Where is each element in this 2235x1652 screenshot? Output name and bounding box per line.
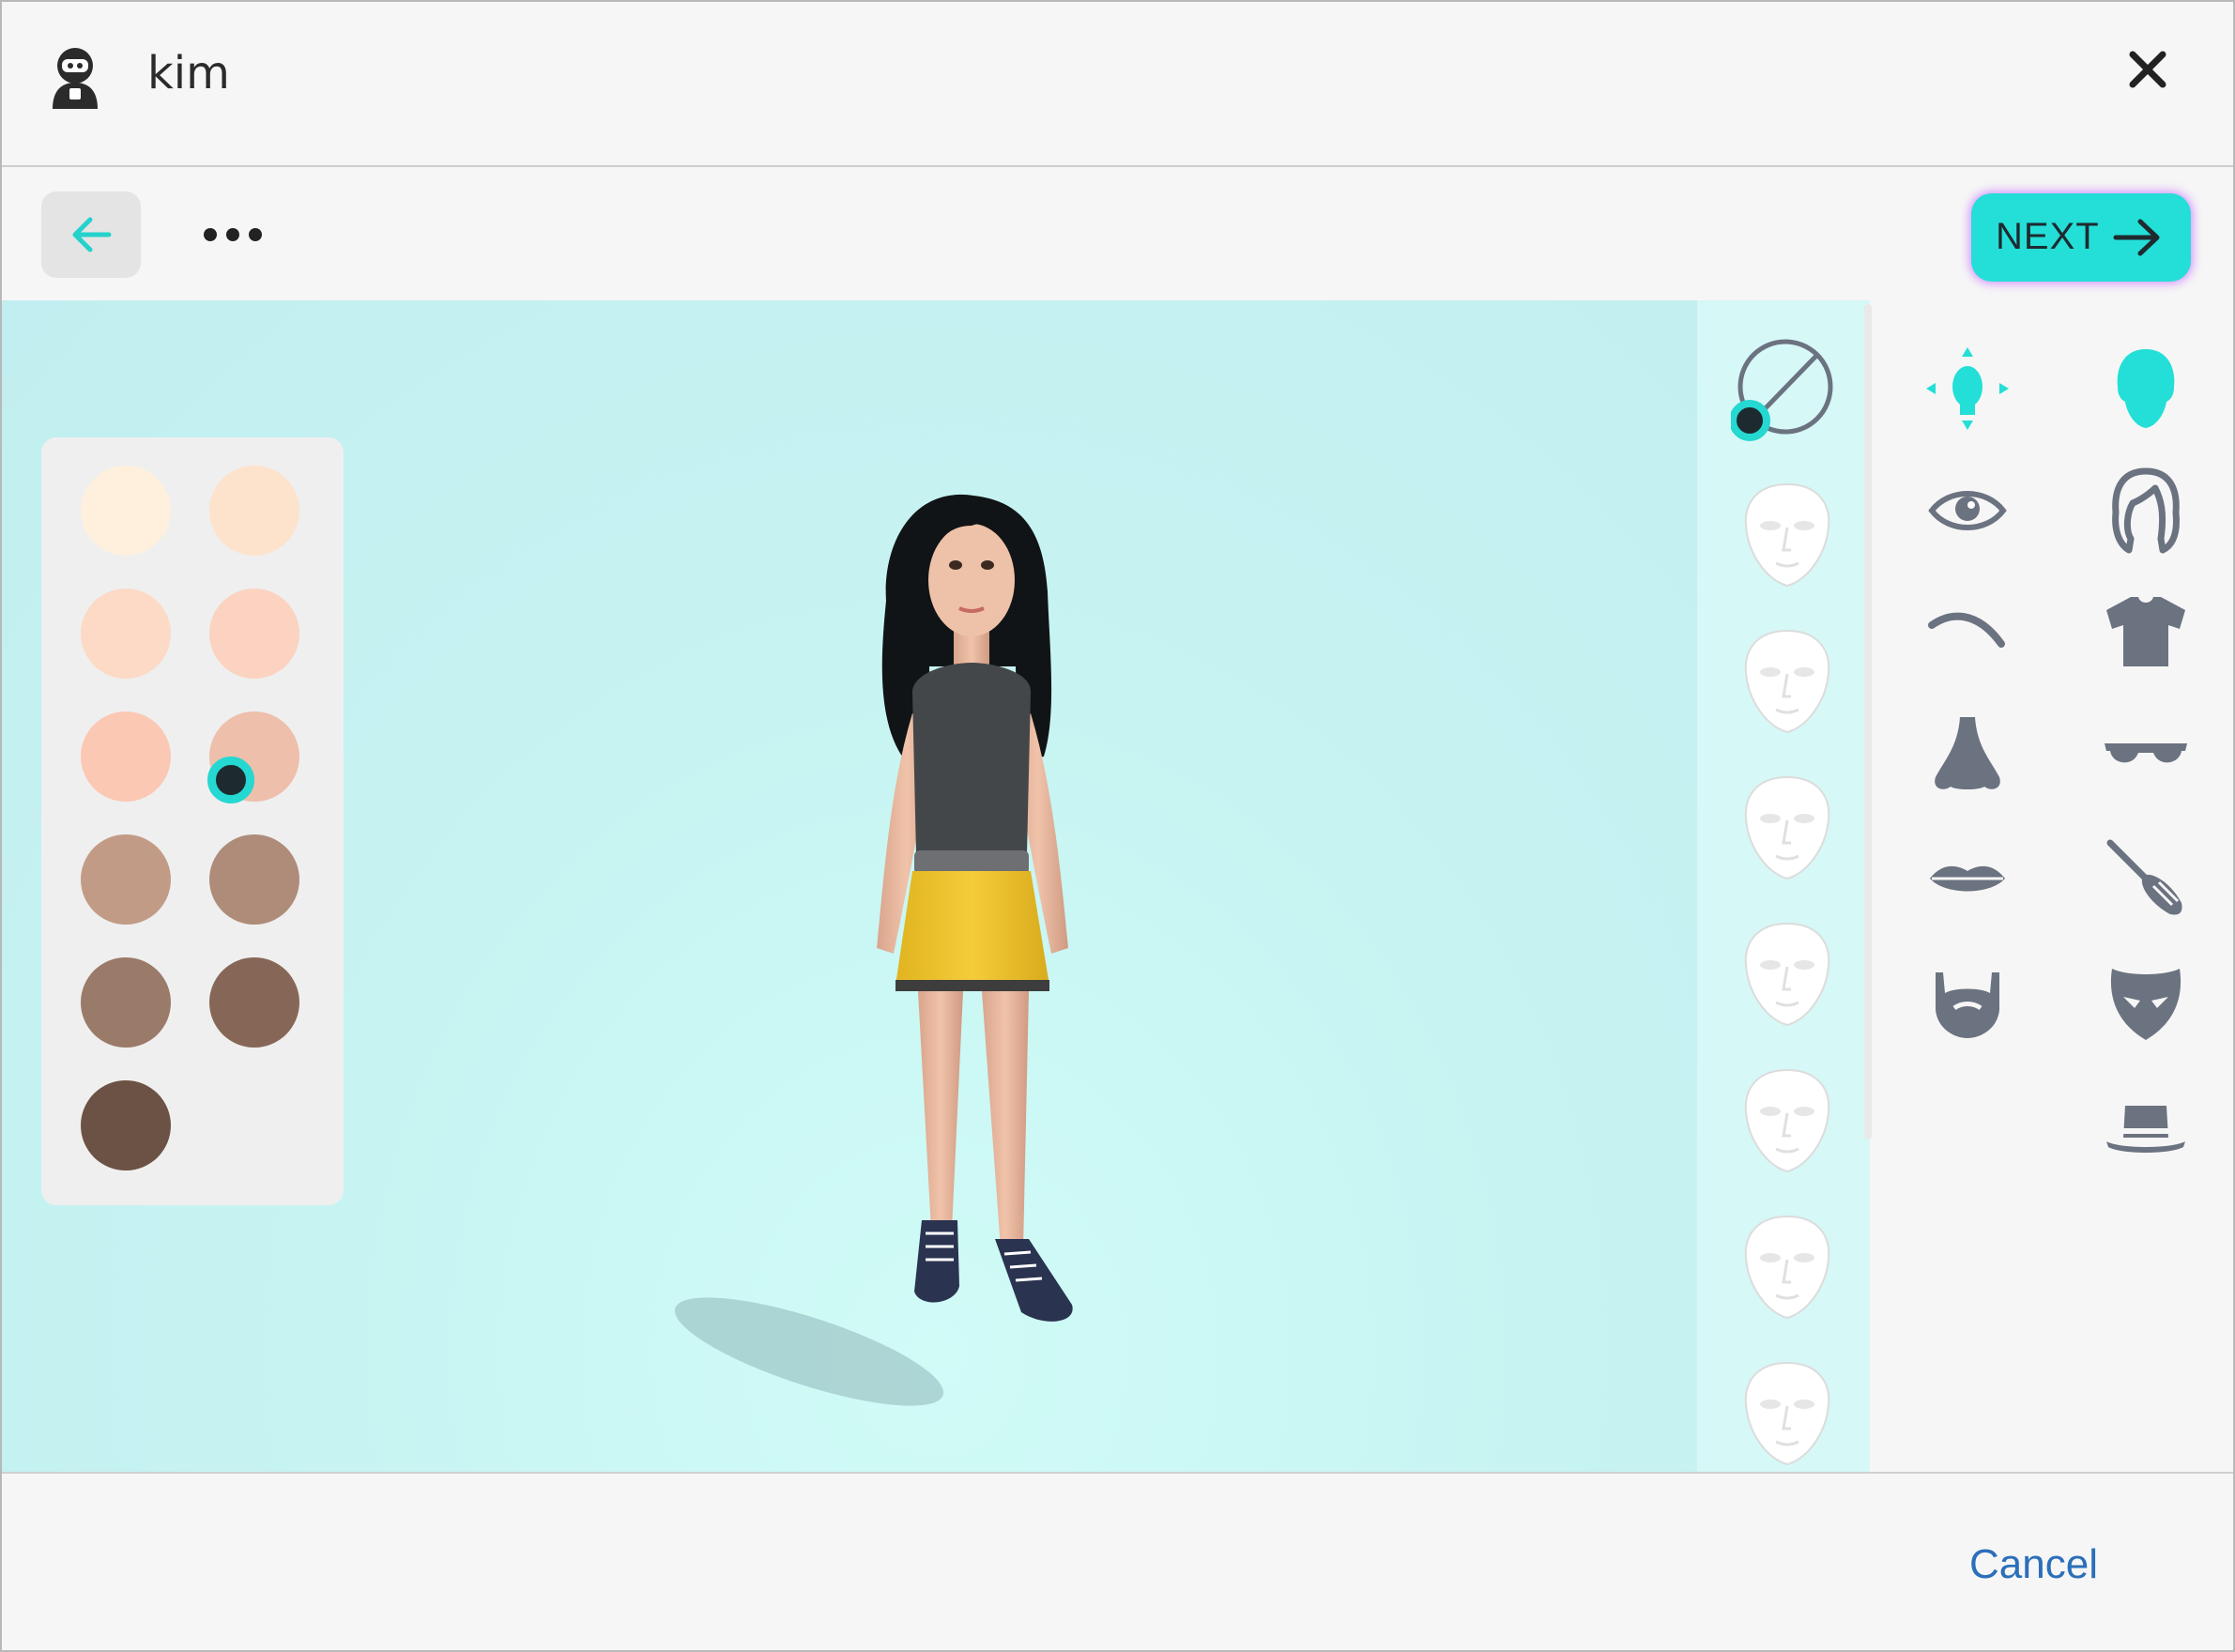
selected-indicator xyxy=(207,757,254,803)
face-column-scrollbar[interactable] xyxy=(1864,304,1872,1140)
cancel-button[interactable]: Cancel xyxy=(1969,1541,2098,1588)
avatar-figure[interactable] xyxy=(603,479,1278,1472)
back-button[interactable] xyxy=(41,191,141,278)
face-preset-icon[interactable] xyxy=(1735,918,1840,1031)
head-icon[interactable] xyxy=(2101,344,2191,434)
close-icon[interactable] xyxy=(2121,43,2174,96)
face-preset-icon[interactable] xyxy=(1735,772,1840,884)
eye-icon[interactable] xyxy=(1922,466,2013,556)
skin-tone-swatch[interactable] xyxy=(209,834,299,925)
face-preset-icon[interactable] xyxy=(1735,1211,1840,1323)
face-preset-icon[interactable] xyxy=(1735,1064,1840,1177)
face-preset-icon[interactable] xyxy=(1735,1357,1840,1470)
face-preset-icon[interactable] xyxy=(1735,625,1840,738)
avatar-viewport[interactable] xyxy=(2,300,1870,1472)
category-panel xyxy=(1875,300,2233,1472)
more-options-icon[interactable] xyxy=(197,208,268,261)
avatar-app-icon xyxy=(53,48,98,109)
face-preset-icon[interactable] xyxy=(1735,479,1840,591)
hair-icon[interactable] xyxy=(2101,466,2191,556)
face-preset-column xyxy=(1697,300,1872,1472)
beard-icon[interactable] xyxy=(1922,956,2013,1046)
arrow-right-icon xyxy=(2113,219,2160,256)
head-shape-icon[interactable] xyxy=(1922,344,2013,434)
avatar-editor-window: kim NEXT Cancel xyxy=(0,0,2235,1652)
skin-tone-swatch[interactable] xyxy=(81,834,171,925)
skin-tone-swatch[interactable] xyxy=(81,711,171,802)
nose-icon[interactable] xyxy=(1922,710,2013,800)
skin-tone-swatch[interactable] xyxy=(209,466,299,556)
skin-tone-panel xyxy=(41,437,344,1205)
mask-icon[interactable] xyxy=(2101,956,2191,1046)
hat-icon[interactable] xyxy=(2101,1079,2191,1170)
makeup-brush-icon[interactable] xyxy=(2101,834,2191,924)
title-bar: kim xyxy=(2,2,2233,167)
toolbar: NEXT xyxy=(2,169,2233,300)
footer: Cancel xyxy=(2,1472,2233,1650)
next-button[interactable]: NEXT xyxy=(1971,193,2191,282)
arrow-left-icon xyxy=(72,217,112,252)
next-label: NEXT xyxy=(1996,216,2100,257)
lips-icon[interactable] xyxy=(1922,834,2013,924)
skin-tone-swatch[interactable] xyxy=(81,1080,171,1170)
skin-tone-swatch[interactable] xyxy=(81,466,171,556)
skin-tone-swatch[interactable] xyxy=(209,589,299,679)
window-title: kim xyxy=(147,47,230,99)
no-selection-icon[interactable] xyxy=(1731,336,1836,441)
eyebrow-icon[interactable] xyxy=(1922,586,2013,676)
skin-tone-swatch[interactable] xyxy=(81,589,171,679)
shirt-icon[interactable] xyxy=(2101,586,2191,676)
skin-tone-swatch[interactable] xyxy=(81,957,171,1048)
skin-tone-swatch[interactable] xyxy=(209,957,299,1048)
glasses-icon[interactable] xyxy=(2101,710,2191,800)
